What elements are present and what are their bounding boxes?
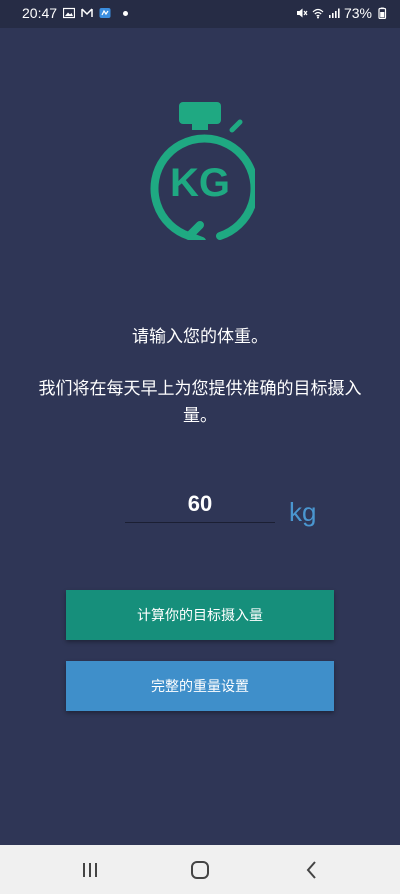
status-time: 20:47 (22, 5, 58, 21)
status-bar: 20:47 73% (0, 0, 400, 28)
logo-text: KG (170, 161, 230, 205)
logo-crown (179, 102, 221, 124)
battery-percent: 73% (343, 5, 372, 21)
signal-icon (328, 8, 340, 18)
prompt-title: 请输入您的体重。 (132, 327, 268, 347)
battery-icon (378, 7, 387, 19)
mail-icon (81, 8, 93, 17)
weight-unit: kg (289, 497, 317, 527)
calculate-target-intake-button[interactable]: 计算你的目标摄入量 (66, 590, 334, 640)
navigation-bar (0, 845, 400, 894)
gallery-icon (63, 7, 76, 19)
mute-icon (296, 8, 308, 18)
notification-dot (123, 10, 129, 16)
back-icon[interactable] (300, 858, 324, 882)
kg-stopwatch-logo: KG (150, 102, 255, 240)
recents-icon[interactable] (78, 858, 102, 882)
wifi-icon (312, 8, 324, 19)
app-notification-icon (99, 8, 111, 18)
weight-field[interactable] (125, 488, 275, 523)
prompt-description: 我们将在每天早上为您提供准确的目标摄入量。 (38, 379, 362, 426)
home-icon[interactable] (188, 858, 212, 882)
full-weight-settings-button[interactable]: 完整的重量设置 (66, 661, 334, 711)
weight-input[interactable] (125, 488, 275, 520)
